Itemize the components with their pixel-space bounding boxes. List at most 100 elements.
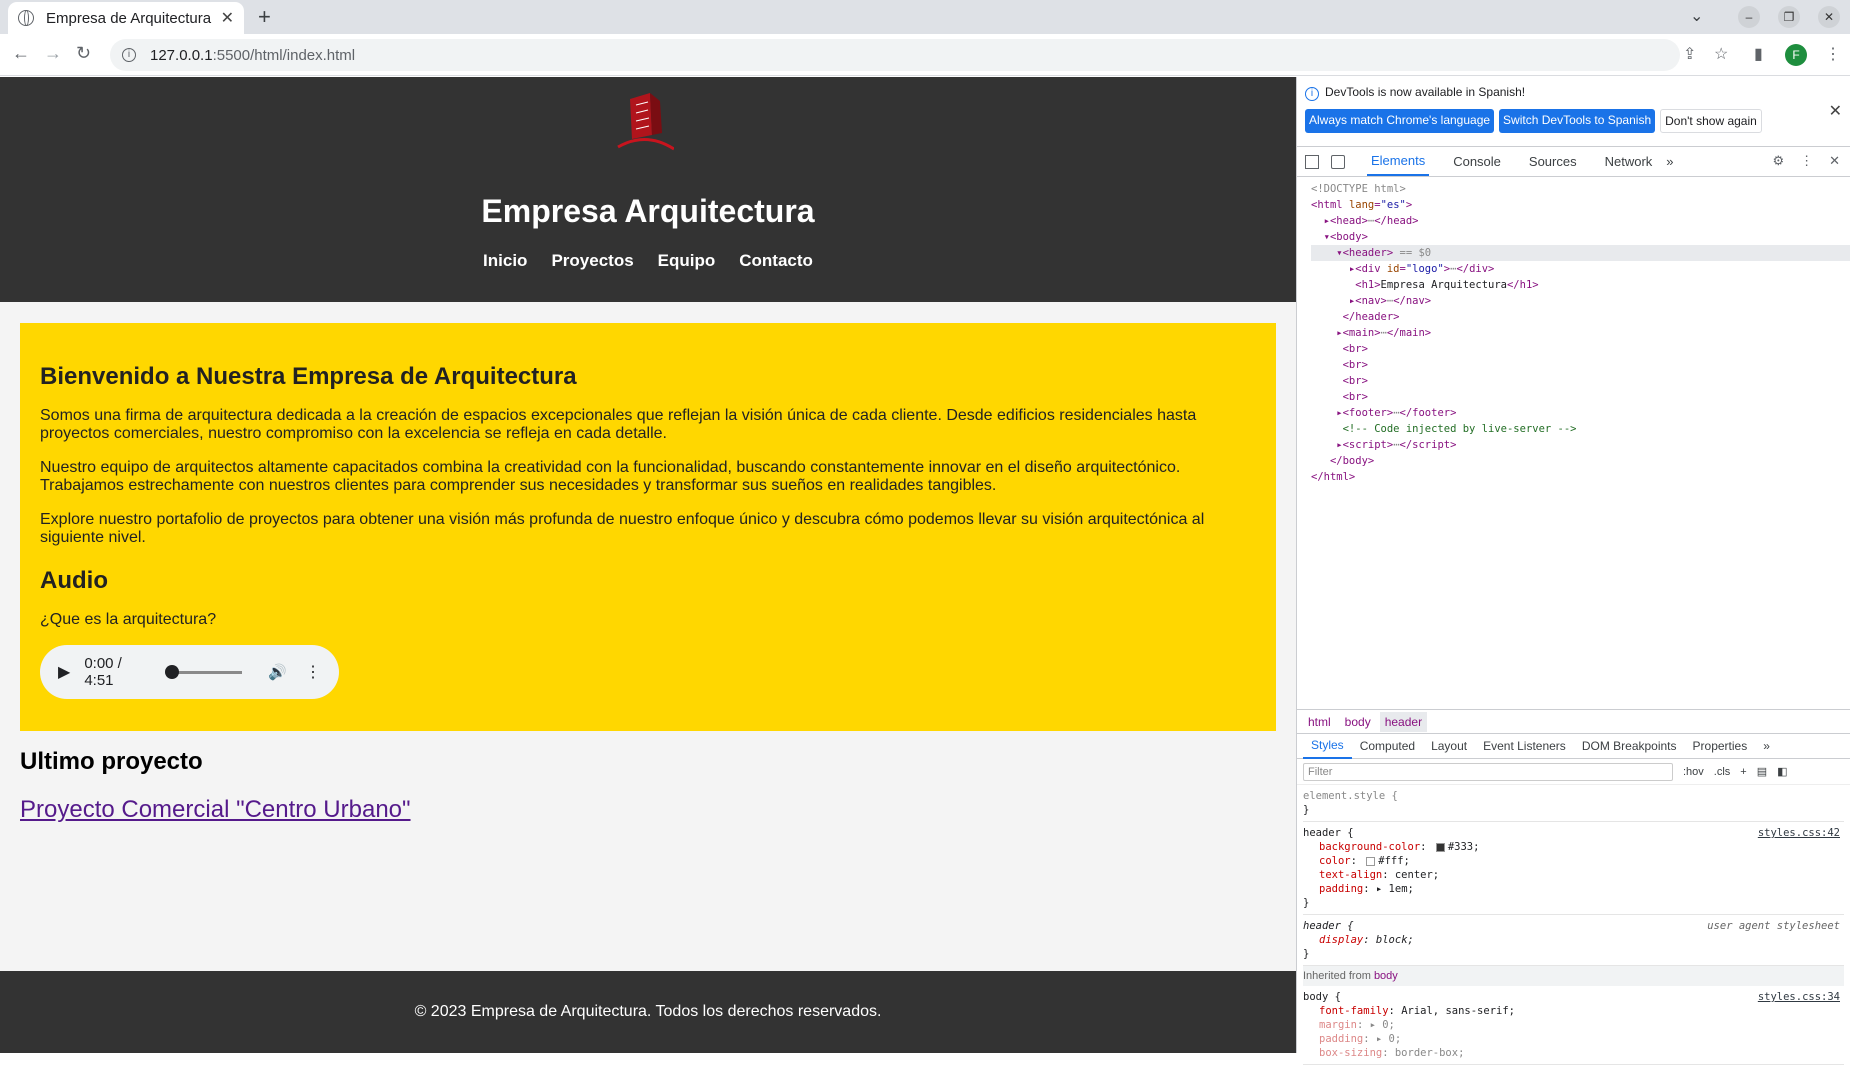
building-logo-icon	[617, 93, 674, 151]
bookmark-star-icon[interactable]: ☆	[1714, 44, 1728, 64]
color-swatch[interactable]	[1366, 856, 1376, 866]
audio-heading: Audio	[40, 567, 108, 594]
tab-event-listeners[interactable]: Event Listeners	[1475, 734, 1574, 758]
dom-node[interactable]: ▸<nav>⋯</nav>	[1311, 293, 1850, 309]
tab-dom-breakpoints[interactable]: DOM Breakpoints	[1574, 734, 1685, 758]
dont-show-button[interactable]: Don't show again	[1660, 109, 1762, 133]
tab-console[interactable]: Console	[1449, 148, 1505, 175]
dom-node[interactable]: </header>	[1311, 309, 1850, 325]
tab-title: Empresa de Arquitectura	[46, 9, 212, 27]
dom-node[interactable]: ▸<head>⋯</head>	[1311, 213, 1850, 229]
tab-properties[interactable]: Properties	[1685, 734, 1756, 758]
back-arrow-icon[interactable]: ←	[12, 43, 30, 64]
nav-link-proyectos[interactable]: Proyectos	[551, 251, 633, 271]
menu-kebab-icon[interactable]: ⋮	[1825, 44, 1841, 64]
restore-icon[interactable]: ❐	[1778, 6, 1800, 28]
address-bar[interactable]: i 127.0.0.1:5500/html/index.html	[110, 39, 1680, 71]
dom-node[interactable]: <br>	[1311, 373, 1850, 389]
devtools-panel: i DevTools is now available in Spanish! A…	[1296, 77, 1850, 1065]
tab-layout[interactable]: Layout	[1423, 734, 1475, 758]
tab-styles[interactable]: Styles	[1303, 733, 1352, 759]
close-infobar-icon[interactable]: ✕	[1829, 101, 1842, 121]
more-options-icon[interactable]: ⋮	[305, 662, 321, 682]
reload-icon[interactable]: ↻	[76, 43, 91, 64]
breadcrumb: html body header	[1297, 709, 1850, 733]
dom-node[interactable]: <!-- Code injected by live-server -->	[1311, 421, 1850, 437]
project-link[interactable]: Proyecto Comercial "Centro Urbano"	[20, 796, 411, 824]
dom-node[interactable]: <html lang="es">	[1311, 197, 1850, 213]
switch-spanish-button[interactable]: Switch DevTools to Spanish	[1499, 109, 1656, 133]
side-panel-icon[interactable]: ▮	[1754, 44, 1763, 64]
play-icon[interactable]: ▶	[58, 662, 70, 682]
rule-source-link[interactable]: styles.css:34	[1758, 990, 1840, 1004]
volume-icon[interactable]: 🔊	[268, 663, 287, 681]
intro-heading: Bienvenido a Nuestra Empresa de Arquitec…	[40, 363, 577, 390]
dom-node[interactable]: <br>	[1311, 389, 1850, 405]
browser-tab[interactable]: Empresa de Arquitectura ✕	[8, 2, 244, 34]
toggle-sidebar-icon[interactable]: ◧	[1777, 765, 1787, 778]
breadcrumb-html[interactable]: html	[1303, 712, 1336, 732]
url-host: 127.0.0.1	[150, 46, 213, 64]
site-footer: © 2023 Empresa de Arquitectura. Todos lo…	[0, 971, 1296, 1053]
dom-node[interactable]: <h1>Empresa Arquitectura</h1>	[1311, 277, 1850, 293]
settings-gear-icon[interactable]: ⚙	[1772, 153, 1784, 169]
tab-elements[interactable]: Elements	[1367, 147, 1430, 176]
dom-node[interactable]: ▸<script>⋯</script>	[1311, 437, 1850, 453]
tab-network[interactable]: Network	[1601, 148, 1657, 175]
dom-node[interactable]: <br>	[1311, 341, 1850, 357]
dom-tree: <!DOCTYPE html> <html lang="es"> ▸<head>…	[1297, 177, 1850, 709]
dom-node[interactable]: ▸<footer>⋯</footer>	[1311, 405, 1850, 421]
infobar-text: DevTools is now available in Spanish!	[1325, 85, 1526, 99]
more-tabs-icon[interactable]: »	[1666, 154, 1673, 169]
profile-avatar[interactable]: F	[1785, 44, 1807, 66]
close-devtools-icon[interactable]: ✕	[1829, 153, 1840, 169]
dom-node[interactable]: ▾<body>	[1311, 229, 1850, 245]
audio-seek-slider[interactable]	[165, 664, 243, 679]
close-window-icon[interactable]: ✕	[1818, 6, 1840, 28]
dom-node[interactable]: <!DOCTYPE html>	[1311, 181, 1850, 197]
page-viewport: Empresa Arquitectura Inicio Proyectos Eq…	[0, 77, 1296, 1053]
minimize-icon[interactable]: –	[1738, 6, 1760, 28]
ua-header-rule: user agent stylesheet header { display: …	[1303, 915, 1844, 966]
dom-node[interactable]: ▸<main>⋯</main>	[1311, 325, 1850, 341]
breadcrumb-body[interactable]: body	[1340, 712, 1376, 732]
tab-sources[interactable]: Sources	[1525, 148, 1581, 175]
share-icon[interactable]: ⇪	[1683, 44, 1696, 64]
dom-node[interactable]: </html>	[1311, 469, 1850, 485]
dom-node-selected[interactable]: ▾<header> == $0	[1311, 245, 1850, 261]
tab-computed[interactable]: Computed	[1352, 734, 1423, 758]
audio-question: ¿Que es la arquitectura?	[40, 611, 217, 628]
inherited-label: Inherited from body	[1303, 966, 1844, 986]
intro-paragraph: Explore nuestro portafolio de proyectos …	[40, 511, 1205, 546]
hov-toggle[interactable]: :hov	[1683, 766, 1704, 778]
nav-link-contacto[interactable]: Contacto	[739, 251, 813, 271]
new-tab-button[interactable]: +	[258, 4, 271, 30]
info-icon: i	[1305, 87, 1319, 101]
dom-node[interactable]: <br>	[1311, 357, 1850, 373]
rule-source-link[interactable]: styles.css:42	[1758, 826, 1840, 840]
breadcrumb-header[interactable]: header	[1379, 711, 1428, 732]
add-rule-icon[interactable]: +	[1740, 766, 1746, 778]
forward-arrow-icon[interactable]: →	[44, 43, 62, 64]
paint-icon[interactable]: ▤	[1757, 765, 1767, 778]
nav-link-equipo[interactable]: Equipo	[658, 251, 716, 271]
device-toolbar-icon[interactable]	[1331, 154, 1345, 169]
tab-search-chevron-icon[interactable]: ⌄	[1690, 6, 1703, 26]
cls-toggle[interactable]: .cls	[1714, 766, 1731, 778]
dom-node[interactable]: </body>	[1311, 453, 1850, 469]
match-language-button[interactable]: Always match Chrome's language	[1305, 109, 1495, 133]
window-controls: – ❐ ✕	[1720, 0, 1840, 34]
dom-node[interactable]: ▸<div id="logo">⋯</div>	[1311, 261, 1850, 277]
nav-link-inicio[interactable]: Inicio	[483, 251, 527, 271]
styles-filter-input[interactable]: Filter	[1303, 762, 1673, 781]
color-swatch[interactable]	[1435, 842, 1445, 852]
inspect-element-icon[interactable]	[1305, 154, 1319, 169]
site-header: Empresa Arquitectura Inicio Proyectos Eq…	[0, 77, 1296, 302]
more-subtabs-icon[interactable]: »	[1755, 734, 1778, 758]
devtools-menu-icon[interactable]: ⋮	[1800, 153, 1813, 169]
close-tab-icon[interactable]: ✕	[221, 8, 234, 28]
intro-paragraph: Nuestro equipo de arquitectos altamente …	[40, 459, 1181, 494]
styles-filter-row: Filter :hov .cls + ▤ ◧	[1297, 759, 1850, 785]
audio-time: 0:00 / 4:51	[84, 655, 122, 689]
site-info-icon[interactable]: i	[122, 48, 136, 62]
